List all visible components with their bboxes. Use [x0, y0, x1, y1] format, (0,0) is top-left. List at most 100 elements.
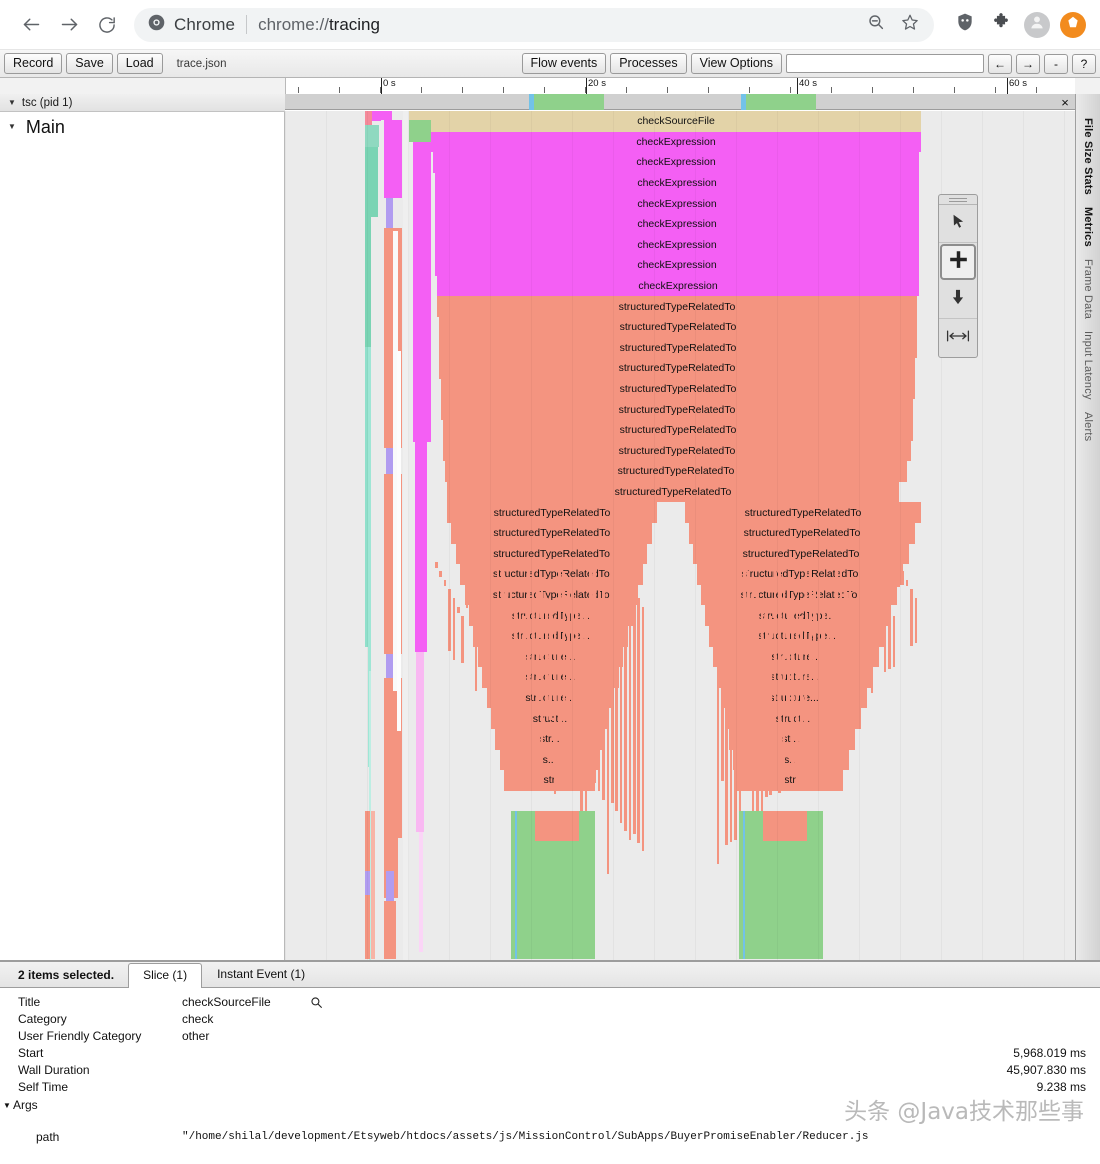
load-button[interactable]: Load — [117, 53, 163, 74]
flame-spike[interactable] — [483, 598, 486, 628]
side-tab-input-latency[interactable]: Input Latency — [1082, 325, 1094, 406]
flame-spike[interactable] — [774, 562, 777, 729]
flame-spike[interactable] — [598, 580, 601, 791]
cursor-select-tool-button[interactable] — [939, 205, 977, 243]
analysis-tab-slice-1[interactable]: Slice (1) — [128, 963, 202, 988]
flame-spike[interactable] — [831, 616, 834, 724]
flame-spike[interactable] — [615, 616, 618, 811]
save-button[interactable]: Save — [66, 53, 113, 74]
thread-track-header[interactable]: ▼ Main — [0, 112, 285, 142]
flame-block[interactable]: structuredTypeRelatedTo — [456, 544, 648, 565]
timeline-overview-strip[interactable] — [285, 94, 1075, 110]
flame-block[interactable]: checkExpression — [431, 132, 921, 153]
side-tab-file-size-stats[interactable]: File Size Stats — [1082, 112, 1094, 201]
help-button[interactable]: ? — [1072, 54, 1096, 74]
bookmark-button[interactable] — [894, 9, 926, 41]
flame-spike[interactable] — [563, 571, 566, 748]
flame-block[interactable] — [384, 120, 402, 136]
flame-spike[interactable] — [853, 598, 856, 634]
timing-tool-button[interactable] — [939, 319, 977, 357]
collapse-button[interactable]: - — [1044, 54, 1068, 74]
flame-block[interactable]: checkExpression — [435, 193, 919, 214]
flame-spike[interactable] — [778, 571, 781, 793]
flame-spike[interactable] — [893, 616, 896, 667]
chevron-down-icon[interactable]: ▼ — [8, 99, 16, 107]
flame-spike[interactable] — [585, 616, 588, 843]
flame-block[interactable] — [380, 111, 392, 120]
side-tab-frame-data[interactable]: Frame Data — [1082, 253, 1094, 325]
flame-block[interactable]: structuredTypeRelatedTo — [447, 482, 899, 503]
flame-block[interactable]: structuredTypeRelatedTo — [689, 523, 915, 544]
flame-spike[interactable] — [514, 598, 517, 743]
flame-spike[interactable] — [620, 562, 623, 823]
flame-spike[interactable] — [435, 562, 438, 568]
flame-block[interactable]: structuredTypeRelatedTo — [439, 317, 917, 338]
flame-spike[interactable] — [470, 571, 473, 617]
flame-spike[interactable] — [637, 598, 640, 843]
drag-handle[interactable] — [939, 195, 977, 205]
flame-spike[interactable] — [536, 580, 539, 708]
side-tab-alerts[interactable]: Alerts — [1082, 406, 1094, 447]
flame-spike[interactable] — [761, 598, 764, 814]
overview-selection-range[interactable] — [529, 94, 604, 110]
site-identity-chip[interactable]: Chrome — [148, 14, 235, 36]
extensions-button[interactable] — [988, 12, 1014, 38]
flame-spike[interactable] — [642, 607, 645, 851]
flame-spike[interactable] — [593, 571, 596, 783]
pan-tool-button[interactable] — [940, 244, 976, 280]
flame-block[interactable]: checkExpression — [435, 255, 919, 276]
flame-block[interactable]: structuredTypeRelatedTo — [445, 461, 907, 482]
flame-block[interactable]: structuredTypeRelatedTo — [685, 502, 921, 523]
flame-spike[interactable] — [743, 562, 746, 758]
flame-spike[interactable] — [523, 616, 526, 680]
flame-block[interactable] — [409, 120, 431, 142]
flame-spike[interactable] — [567, 580, 570, 743]
flame-spike[interactable] — [809, 571, 812, 684]
flame-block[interactable]: structuredTypeRelatedTo — [447, 502, 657, 523]
flame-spike[interactable] — [444, 580, 447, 586]
flame-block[interactable]: structuredTypeRelatedTo — [443, 441, 911, 462]
flame-spike[interactable] — [633, 589, 636, 834]
selection-edge-handle[interactable] — [741, 94, 746, 110]
view-options-button[interactable]: View Options — [691, 53, 782, 74]
flame-spike[interactable] — [813, 580, 816, 682]
flame-block[interactable] — [397, 351, 401, 731]
flame-spike[interactable] — [492, 616, 495, 711]
flame-block[interactable]: structuredTypeRelatedTo — [439, 338, 917, 359]
flame-spike[interactable] — [602, 589, 605, 800]
flame-spike[interactable] — [717, 571, 720, 864]
flame-spike[interactable] — [457, 607, 460, 613]
flame-spike[interactable] — [791, 598, 794, 771]
flame-block[interactable]: checkSourceFile — [431, 111, 921, 132]
flame-block[interactable] — [409, 111, 431, 120]
analysis-tab-instant-event-1[interactable]: Instant Event (1) — [202, 962, 320, 987]
flame-block[interactable]: checkExpression — [435, 235, 919, 256]
flame-spike[interactable] — [849, 589, 852, 717]
ruler-track[interactable]: 0 s20 s40 s60 s — [285, 78, 1075, 94]
flame-spike[interactable] — [835, 562, 838, 658]
flame-spike[interactable] — [558, 562, 561, 740]
flame-spike[interactable] — [576, 598, 579, 760]
flame-spike[interactable] — [765, 607, 768, 797]
args-section-header[interactable]: ▼Args — [0, 1096, 1100, 1115]
flame-spike[interactable] — [756, 589, 759, 816]
overview-selection-range[interactable] — [741, 94, 816, 110]
processes-button[interactable]: Processes — [610, 53, 686, 74]
flame-spike[interactable] — [580, 607, 583, 834]
flame-spike[interactable] — [884, 598, 887, 672]
zoom-tool-button[interactable] — [939, 281, 977, 319]
flame-block[interactable] — [419, 832, 423, 952]
flame-spike[interactable] — [787, 589, 790, 708]
selection-edge-handle[interactable] — [529, 94, 534, 110]
flame-block[interactable]: structuredTypeRelatedTo — [693, 544, 909, 565]
search-input[interactable] — [786, 54, 984, 73]
flame-spike[interactable] — [783, 580, 786, 790]
flame-block[interactable]: checkExpression — [437, 276, 919, 297]
flame-block[interactable]: structuredTypeRelatedTo — [460, 564, 642, 585]
flame-spike[interactable] — [510, 589, 513, 668]
flame-block[interactable]: str... — [495, 729, 604, 750]
flame-spike[interactable] — [527, 562, 530, 691]
flame-spike[interactable] — [541, 589, 544, 783]
flame-spike[interactable] — [875, 580, 878, 611]
flame-block[interactable] — [413, 142, 431, 192]
